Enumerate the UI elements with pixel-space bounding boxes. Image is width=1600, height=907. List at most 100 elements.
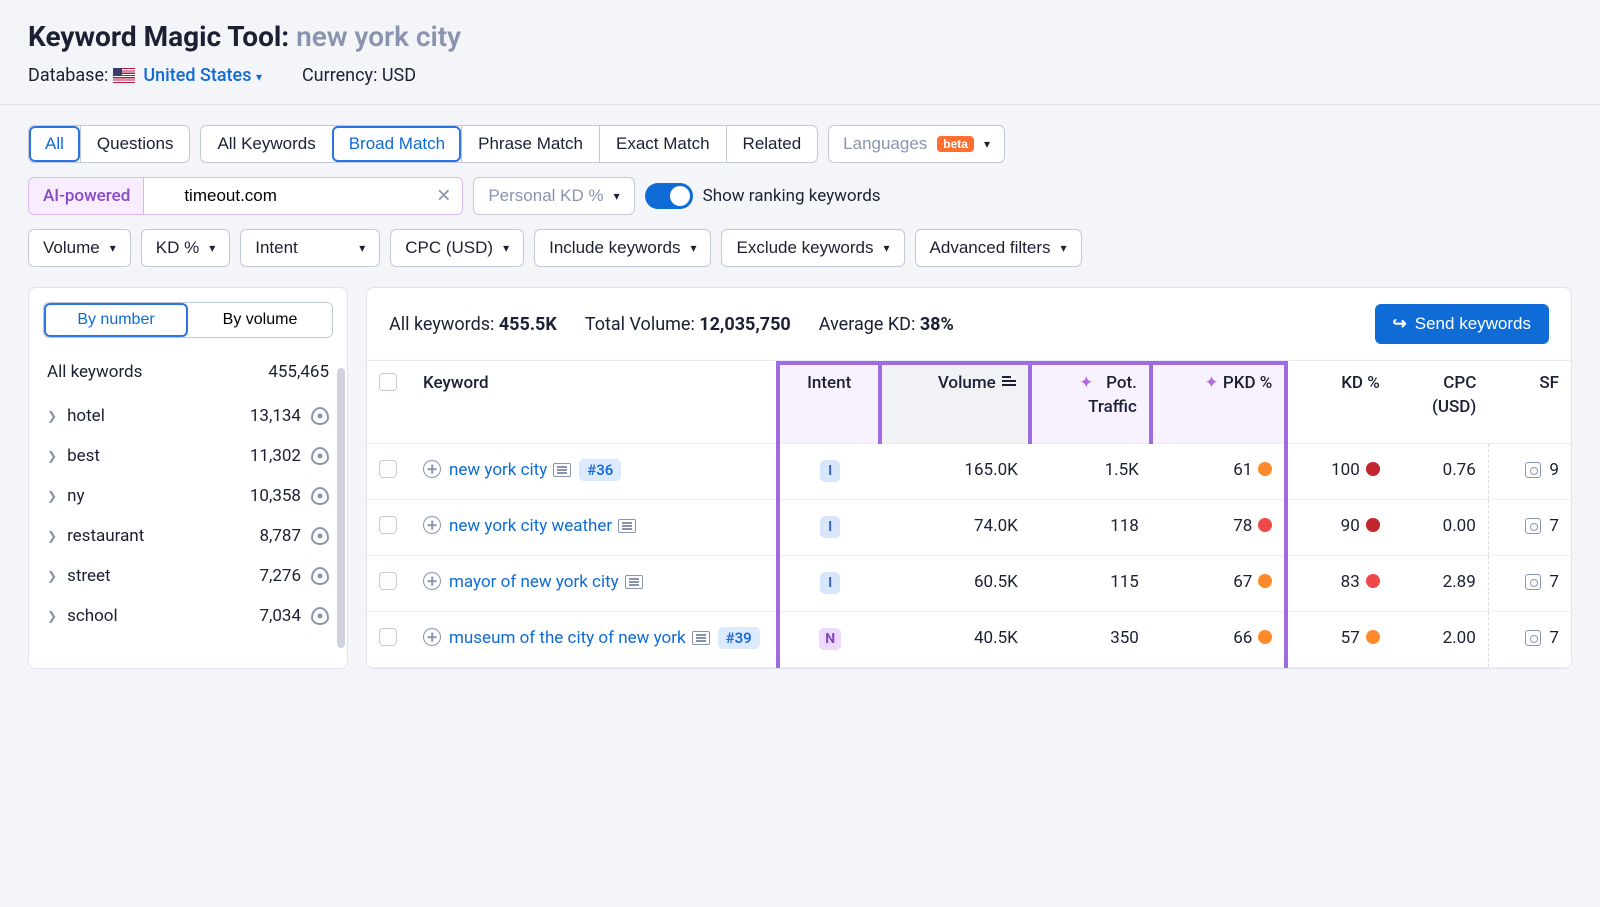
difficulty-dot <box>1366 462 1380 476</box>
cell-pkd: 78 <box>1151 500 1286 556</box>
group-count: 7,034 <box>259 606 301 626</box>
eye-icon[interactable] <box>311 527 329 545</box>
tab-all[interactable]: All <box>29 126 80 162</box>
intent-pill: I <box>820 516 840 538</box>
tab-all-keywords[interactable]: All Keywords <box>201 126 331 162</box>
chevron-down-icon <box>1060 241 1066 255</box>
serp-icon[interactable] <box>692 631 710 645</box>
cell-pkd: 61 <box>1151 444 1286 500</box>
row-checkbox[interactable] <box>379 516 397 534</box>
sidebar-group-item[interactable]: ❯school7,034 <box>43 596 333 636</box>
row-checkbox[interactable] <box>379 628 397 646</box>
row-checkbox[interactable] <box>379 460 397 478</box>
by-volume-button[interactable]: By volume <box>188 303 332 337</box>
difficulty-dot <box>1366 630 1380 644</box>
cell-cpc: 2.89 <box>1392 556 1489 612</box>
chevron-down-icon <box>209 241 215 255</box>
keyword-link[interactable]: museum of the city of new york <box>449 628 686 648</box>
serp-features-icon[interactable] <box>1525 462 1541 478</box>
all-keywords-row[interactable]: All keywords 455,465 <box>43 356 333 396</box>
select-all-checkbox[interactable] <box>379 373 397 391</box>
serp-features-icon[interactable] <box>1525 518 1541 534</box>
languages-dropdown[interactable]: Languages beta <box>828 125 1005 163</box>
col-volume[interactable]: Volume <box>880 361 1030 444</box>
group-count: 13,134 <box>250 406 301 426</box>
tab-questions[interactable]: Questions <box>80 126 190 162</box>
database-selector[interactable]: Database: United States <box>28 65 262 86</box>
add-icon[interactable] <box>423 516 441 534</box>
add-icon[interactable] <box>423 460 441 478</box>
eye-icon[interactable] <box>311 607 329 625</box>
keyword-link[interactable]: mayor of new york city <box>449 572 619 592</box>
col-pot-traffic[interactable]: ✦ Pot.Traffic <box>1030 361 1151 444</box>
serp-features-icon[interactable] <box>1525 574 1541 590</box>
col-keyword[interactable]: Keyword <box>411 361 778 444</box>
difficulty-dot <box>1258 574 1272 588</box>
sidebar-group-item[interactable]: ❯hotel13,134 <box>43 396 333 436</box>
group-label: street <box>67 566 249 586</box>
serp-icon[interactable] <box>553 463 571 477</box>
filter-cpc[interactable]: CPC (USD) <box>390 229 524 267</box>
serp-icon[interactable] <box>625 575 643 589</box>
sidebar-group-item[interactable]: ❯best11,302 <box>43 436 333 476</box>
cell-pot-traffic: 350 <box>1030 612 1151 668</box>
filter-volume[interactable]: Volume <box>28 229 131 267</box>
eye-icon[interactable] <box>311 487 329 505</box>
cell-cpc: 0.76 <box>1392 444 1489 500</box>
serp-icon[interactable] <box>618 519 636 533</box>
eye-icon[interactable] <box>311 447 329 465</box>
eye-icon[interactable] <box>311 567 329 585</box>
keyword-link[interactable]: new york city <box>449 460 547 480</box>
chevron-down-icon <box>256 70 262 84</box>
filter-intent[interactable]: Intent <box>240 229 380 267</box>
add-icon[interactable] <box>423 628 441 646</box>
tab-broad-match[interactable]: Broad Match <box>332 126 461 162</box>
send-keywords-button[interactable]: ↪ Send keywords <box>1375 304 1549 344</box>
group-count: 10,358 <box>250 486 301 506</box>
chevron-down-icon <box>359 241 365 255</box>
group-label: school <box>67 606 249 626</box>
sidebar-group-item[interactable]: ❯restaurant8,787 <box>43 516 333 556</box>
filter-include[interactable]: Include keywords <box>534 229 711 267</box>
filter-exclude[interactable]: Exclude keywords <box>721 229 904 267</box>
cell-kd: 90 <box>1286 500 1391 556</box>
add-icon[interactable] <box>423 572 441 590</box>
col-intent[interactable]: Intent <box>778 361 880 444</box>
ai-domain-input[interactable] <box>143 177 463 215</box>
cell-volume: 60.5K <box>880 556 1030 612</box>
eye-icon[interactable] <box>311 407 329 425</box>
cell-volume: 165.0K <box>880 444 1030 500</box>
keyword-groups-panel: By number By volume All keywords 455,465… <box>28 287 348 669</box>
sort-desc-icon <box>1002 376 1016 386</box>
cell-pkd: 66 <box>1151 612 1286 668</box>
cell-pkd: 67 <box>1151 556 1286 612</box>
tab-phrase-match[interactable]: Phrase Match <box>461 126 599 162</box>
chevron-right-icon: ❯ <box>47 449 57 463</box>
clear-input-icon[interactable]: ✕ <box>436 186 451 207</box>
filter-advanced[interactable]: Advanced filters <box>915 229 1082 267</box>
show-ranking-toggle[interactable] <box>645 183 693 209</box>
group-count: 11,302 <box>250 446 301 466</box>
group-count: 8,787 <box>259 526 301 546</box>
keyword-link[interactable]: new york city weather <box>449 516 612 536</box>
col-sf[interactable]: SF <box>1488 361 1571 444</box>
col-pkd[interactable]: ✦ PKD % <box>1151 361 1286 444</box>
tab-exact-match[interactable]: Exact Match <box>599 126 726 162</box>
group-label: ny <box>67 486 240 506</box>
cell-kd: 57 <box>1286 612 1391 668</box>
difficulty-dot <box>1366 574 1380 588</box>
filter-kd[interactable]: KD % <box>141 229 231 267</box>
col-kd[interactable]: KD % <box>1286 361 1391 444</box>
chevron-down-icon <box>110 241 116 255</box>
cell-sf: 7 <box>1488 556 1571 612</box>
by-number-button[interactable]: By number <box>44 303 188 337</box>
sidebar-group-item[interactable]: ❯street7,276 <box>43 556 333 596</box>
mode-all-questions: All Questions <box>28 125 190 163</box>
col-cpc[interactable]: CPC(USD) <box>1392 361 1489 444</box>
tab-related[interactable]: Related <box>726 126 818 162</box>
serp-features-icon[interactable] <box>1525 630 1541 646</box>
intent-pill: N <box>819 628 841 650</box>
row-checkbox[interactable] <box>379 572 397 590</box>
sidebar-group-item[interactable]: ❯ny10,358 <box>43 476 333 516</box>
personal-kd-dropdown[interactable]: Personal KD % <box>473 177 634 215</box>
